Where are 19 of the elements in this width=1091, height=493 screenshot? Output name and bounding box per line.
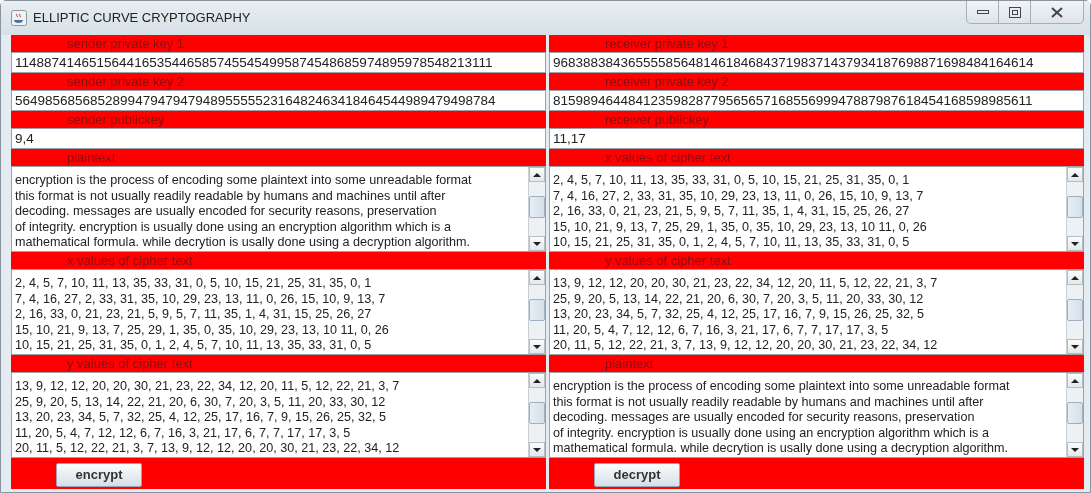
input-field[interactable]: 1148874146515644165354465857455454995874548685974895978548213111 [11,52,546,73]
input-field[interactable]: 5649856856852899479479479489555552316482463418464544989479498784 [11,90,546,111]
scrollbar[interactable] [1066,167,1083,251]
close-icon [1051,6,1063,18]
input-field[interactable]: 11,17 [549,128,1084,149]
scrollbar[interactable] [1066,373,1083,457]
input-field[interactable]: 9683883843655558564814618468437198371437934187698871698484164614 [549,52,1084,73]
input-field[interactable]: 9,4 [11,128,546,149]
scrollbar[interactable] [1066,270,1083,354]
scrollbar[interactable] [528,373,545,457]
scrollbar[interactable] [528,167,545,251]
decrypt-button[interactable]: decrypt [594,463,680,487]
scrollbar[interactable] [528,270,545,354]
window-title: ELLIPTIC CURVE CRYPTOGRAPHY [33,9,251,28]
encrypt-button[interactable]: encrypt [56,463,142,487]
minimize-icon [976,9,989,15]
app-icon [11,10,27,26]
input-field[interactable]: 8159894644841235982877956565716855699947887987618454168598985611 [549,90,1084,111]
maximize-icon [1008,6,1021,18]
